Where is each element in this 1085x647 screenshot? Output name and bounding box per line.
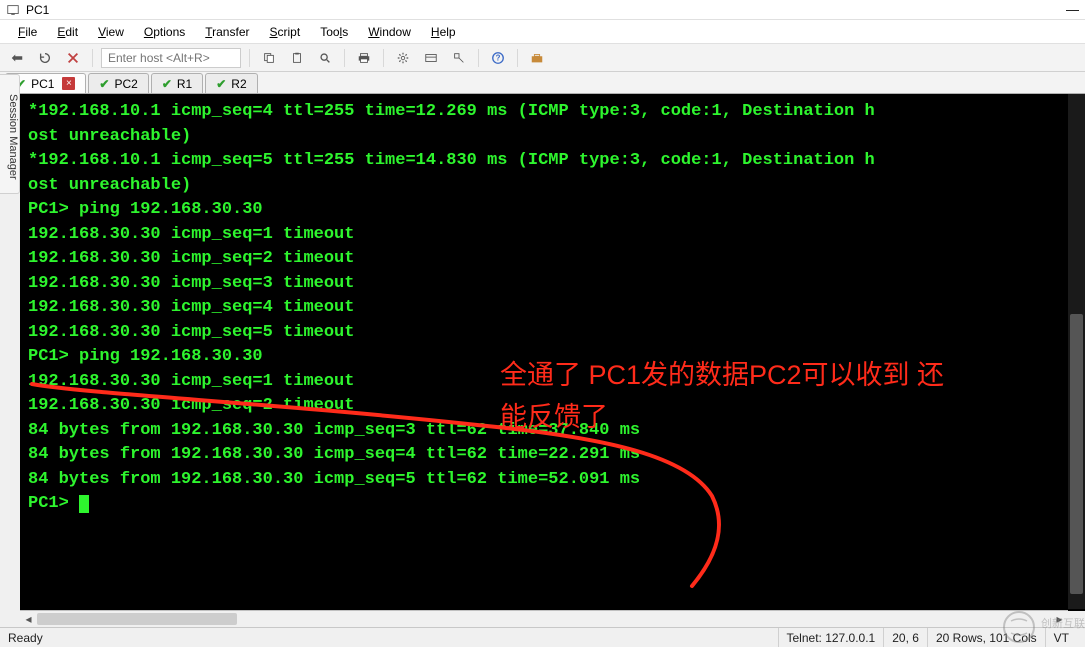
svg-text:?: ? [496, 53, 501, 62]
status-ready: Ready [8, 631, 43, 645]
title-bar: PC1 — [0, 0, 1085, 20]
scrollbar-thumb[interactable] [1070, 314, 1083, 594]
menu-view[interactable]: View [88, 23, 134, 41]
disconnect-icon[interactable] [62, 47, 84, 69]
tabs-bar: ✔ PC1 × ✔ PC2 ✔ R1 ✔ R2 [0, 72, 1085, 94]
keyword-icon[interactable] [448, 47, 470, 69]
menu-window[interactable]: Window [358, 23, 421, 41]
vertical-scrollbar[interactable] [1068, 94, 1085, 609]
svg-text:创新互联: 创新互联 [1041, 616, 1085, 630]
minimize-button[interactable]: — [1066, 2, 1079, 17]
menu-tools[interactable]: Tools [310, 23, 358, 41]
find-icon[interactable] [314, 47, 336, 69]
tab-r2[interactable]: ✔ R2 [205, 73, 257, 93]
paste-icon[interactable] [286, 47, 308, 69]
print-icon[interactable] [353, 47, 375, 69]
connected-icon: ✔ [99, 77, 109, 91]
tab-label: PC2 [114, 77, 137, 91]
terminal-cursor [79, 495, 89, 513]
menu-options[interactable]: Options [134, 23, 195, 41]
reconnect-icon[interactable] [34, 47, 56, 69]
status-bar: Ready Telnet: 127.0.0.1 20, 6 20 Rows, 1… [0, 627, 1085, 647]
window-title: PC1 [26, 3, 1066, 17]
app-icon [6, 3, 20, 17]
host-input[interactable] [101, 48, 241, 68]
close-tab-button[interactable]: × [62, 77, 75, 90]
terminal[interactable]: *192.168.10.1 icmp_seq=4 ttl=255 time=12… [20, 94, 1085, 611]
tab-label: R2 [231, 77, 246, 91]
quick-connect-icon[interactable] [6, 47, 28, 69]
scrollbar-thumb[interactable] [37, 613, 237, 625]
horizontal-scrollbar[interactable]: ◂ ▸ [20, 610, 1068, 627]
tab-label: R1 [177, 77, 192, 91]
session-options-icon[interactable] [420, 47, 442, 69]
toolbox-icon[interactable] [526, 47, 548, 69]
connected-icon: ✔ [216, 77, 226, 91]
copy-icon[interactable] [258, 47, 280, 69]
settings-icon[interactable] [392, 47, 414, 69]
menu-help[interactable]: Help [421, 23, 466, 41]
menu-file[interactable]: File [8, 23, 47, 41]
tab-r1[interactable]: ✔ R1 [151, 73, 203, 93]
watermark-logo: 创新互联 [1001, 607, 1085, 647]
menu-transfer[interactable]: Transfer [195, 23, 259, 41]
scroll-left-button[interactable]: ◂ [20, 611, 37, 627]
status-connection: Telnet: 127.0.0.1 [778, 628, 884, 647]
connected-icon: ✔ [162, 77, 172, 91]
help-icon[interactable]: ? [487, 47, 509, 69]
menu-script[interactable]: Script [260, 23, 311, 41]
session-manager-tab[interactable]: Session Manager [0, 74, 20, 194]
tab-pc2[interactable]: ✔ PC2 [88, 73, 148, 93]
toolbar: ? [0, 44, 1085, 72]
menubar: File Edit View Options Transfer Script T… [0, 20, 1085, 44]
tab-label: PC1 [31, 77, 54, 91]
menu-edit[interactable]: Edit [47, 23, 88, 41]
status-cursor: 20, 6 [883, 628, 927, 647]
